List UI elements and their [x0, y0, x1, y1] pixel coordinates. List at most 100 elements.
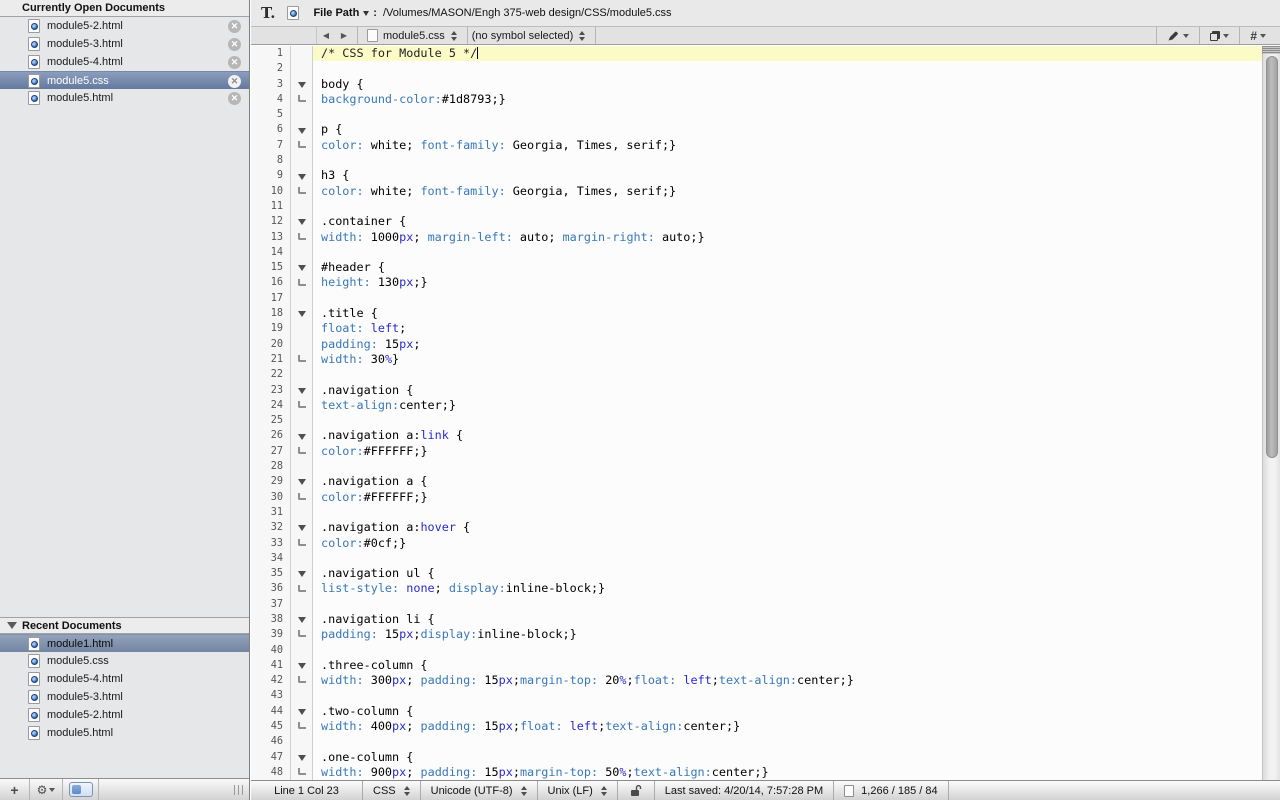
code-line[interactable]: 5	[251, 107, 1262, 122]
document-icon[interactable]	[287, 6, 299, 20]
encoding-menu[interactable]: Unicode (UTF-8)	[421, 781, 538, 800]
forward-button[interactable]: ▶	[335, 31, 353, 40]
code-line[interactable]: 23.navigation {	[251, 383, 1262, 398]
chevron-down-icon[interactable]	[363, 11, 369, 16]
fold-open-icon[interactable]	[291, 168, 313, 183]
document-list-item[interactable]: module5-4.html	[0, 670, 249, 688]
line-endings-menu[interactable]: Unix (LF)	[538, 781, 618, 800]
document-list-item[interactable]: module5-2.html	[0, 706, 249, 724]
file-path-label[interactable]: File Path	[313, 7, 359, 19]
close-icon[interactable]: ✕	[228, 92, 241, 105]
fold-open-icon[interactable]	[291, 428, 313, 443]
fold-open-icon[interactable]	[291, 383, 313, 398]
code-line[interactable]: 30color:#FFFFFF;}	[251, 490, 1262, 505]
code-line[interactable]: 2	[251, 61, 1262, 76]
code-line[interactable]: 46	[251, 734, 1262, 749]
fold-open-icon[interactable]	[291, 122, 313, 137]
code-line[interactable]: 42width: 300px; padding: 15px;margin-top…	[251, 673, 1262, 688]
code-line[interactable]: 25	[251, 413, 1262, 428]
document-list-item[interactable]: module5-4.html✕	[0, 53, 249, 71]
document-list-item[interactable]: module5.html✕	[0, 89, 249, 107]
code-line[interactable]: 34	[251, 551, 1262, 566]
code-line[interactable]: 17	[251, 291, 1262, 306]
code-line[interactable]: 33color:#0cf;}	[251, 536, 1262, 551]
code-line[interactable]: 24text-align:center;}	[251, 398, 1262, 413]
code-line[interactable]: 28	[251, 459, 1262, 474]
code-line[interactable]: 26.navigation a:link {	[251, 428, 1262, 443]
code-line[interactable]: 11	[251, 199, 1262, 214]
recent-documents-header[interactable]: Recent Documents	[0, 617, 249, 634]
code-line[interactable]: 29.navigation a {	[251, 474, 1262, 489]
document-list-item[interactable]: module5.css	[0, 652, 249, 670]
fold-open-icon[interactable]	[291, 750, 313, 765]
file-dropdown[interactable]: module5.css	[383, 30, 445, 42]
language-menu[interactable]: CSS	[363, 781, 421, 800]
close-icon[interactable]: ✕	[228, 75, 241, 88]
code-line[interactable]: 45width: 400px; padding: 15px;float: lef…	[251, 719, 1262, 734]
code-line[interactable]: 44.two-column {	[251, 704, 1262, 719]
code-line[interactable]: 22	[251, 367, 1262, 382]
split-pane-handle[interactable]	[1262, 46, 1280, 54]
fold-open-icon[interactable]	[291, 214, 313, 229]
code-line[interactable]: 3body {	[251, 77, 1262, 92]
lock-status[interactable]	[618, 781, 655, 800]
sidebar-toggle-button[interactable]	[69, 782, 93, 797]
vertical-scrollbar[interactable]	[1262, 54, 1280, 780]
close-icon[interactable]: ✕	[228, 56, 241, 69]
code-line[interactable]: 12.container {	[251, 214, 1262, 229]
fold-open-icon[interactable]	[291, 612, 313, 627]
code-line[interactable]: 6p {	[251, 122, 1262, 137]
code-line[interactable]: 20padding: 15px;	[251, 337, 1262, 352]
fold-open-icon[interactable]	[291, 520, 313, 535]
code-line[interactable]: 7color: white; font-family: Georgia, Tim…	[251, 138, 1262, 153]
close-icon[interactable]: ✕	[228, 20, 241, 33]
code-line[interactable]: 31	[251, 505, 1262, 520]
document-list-item[interactable]: module5-3.html✕	[0, 35, 249, 53]
code-line[interactable]: 39padding: 15px;display:inline-block;}	[251, 627, 1262, 642]
code-line[interactable]: 41.three-column {	[251, 658, 1262, 673]
back-button[interactable]: ◀	[317, 31, 335, 40]
code-line[interactable]: 32.navigation a:hover {	[251, 520, 1262, 535]
code-line[interactable]: 19float: left;	[251, 321, 1262, 336]
code-line[interactable]: 27color:#FFFFFF;}	[251, 444, 1262, 459]
close-icon[interactable]: ✕	[228, 38, 241, 51]
disclosure-triangle-icon[interactable]	[7, 622, 17, 629]
code-line[interactable]: 38.navigation li {	[251, 612, 1262, 627]
sidebar-resize-handle[interactable]	[234, 785, 243, 795]
document-list-item[interactable]: module5-2.html✕	[0, 17, 249, 35]
document-list-item[interactable]: module1.html	[0, 634, 249, 652]
code-line[interactable]: 37	[251, 597, 1262, 612]
fold-open-icon[interactable]	[291, 566, 313, 581]
code-line[interactable]: 43	[251, 688, 1262, 703]
code-line[interactable]: 15#header {	[251, 260, 1262, 275]
code-line[interactable]: 13width: 1000px; margin-left: auto; marg…	[251, 230, 1262, 245]
code-line[interactable]: 36list-style: none; display:inline-block…	[251, 581, 1262, 596]
code-line[interactable]: 47.one-column {	[251, 750, 1262, 765]
fold-open-icon[interactable]	[291, 474, 313, 489]
pencil-menu-button[interactable]	[1161, 30, 1195, 42]
fold-open-icon[interactable]	[291, 77, 313, 92]
code-line[interactable]: 10color: white; font-family: Georgia, Ti…	[251, 184, 1262, 199]
code-line[interactable]: 18.title {	[251, 306, 1262, 321]
symbol-dropdown-stepper-icon[interactable]	[579, 31, 585, 41]
fold-open-icon[interactable]	[291, 260, 313, 275]
code-line[interactable]: 8	[251, 153, 1262, 168]
code-line[interactable]: 9h3 {	[251, 168, 1262, 183]
code-line[interactable]: 21width: 30%}	[251, 352, 1262, 367]
code-editor[interactable]: 1/* CSS for Module 5 */23body {4backgrou…	[251, 46, 1262, 780]
scrollbar-thumb[interactable]	[1266, 56, 1278, 458]
symbol-dropdown[interactable]: (no symbol selected)	[472, 30, 574, 42]
file-dropdown-stepper-icon[interactable]	[451, 31, 457, 41]
code-line[interactable]: 35.navigation ul {	[251, 566, 1262, 581]
document-list-item[interactable]: module5-3.html	[0, 688, 249, 706]
document-list-item[interactable]: module5.html	[0, 724, 249, 742]
code-line[interactable]: 48width: 900px; padding: 15px;margin-top…	[251, 765, 1262, 780]
fold-open-icon[interactable]	[291, 658, 313, 673]
marker-menu-button[interactable]: #	[1244, 29, 1272, 43]
actions-menu-button[interactable]: ⚙	[30, 779, 63, 800]
code-line[interactable]: 4background-color:#1d8793;}	[251, 92, 1262, 107]
fold-open-icon[interactable]	[291, 704, 313, 719]
new-document-button[interactable]: +	[0, 779, 30, 800]
code-line[interactable]: 1/* CSS for Module 5 */	[251, 46, 1262, 61]
code-line[interactable]: 14	[251, 245, 1262, 260]
